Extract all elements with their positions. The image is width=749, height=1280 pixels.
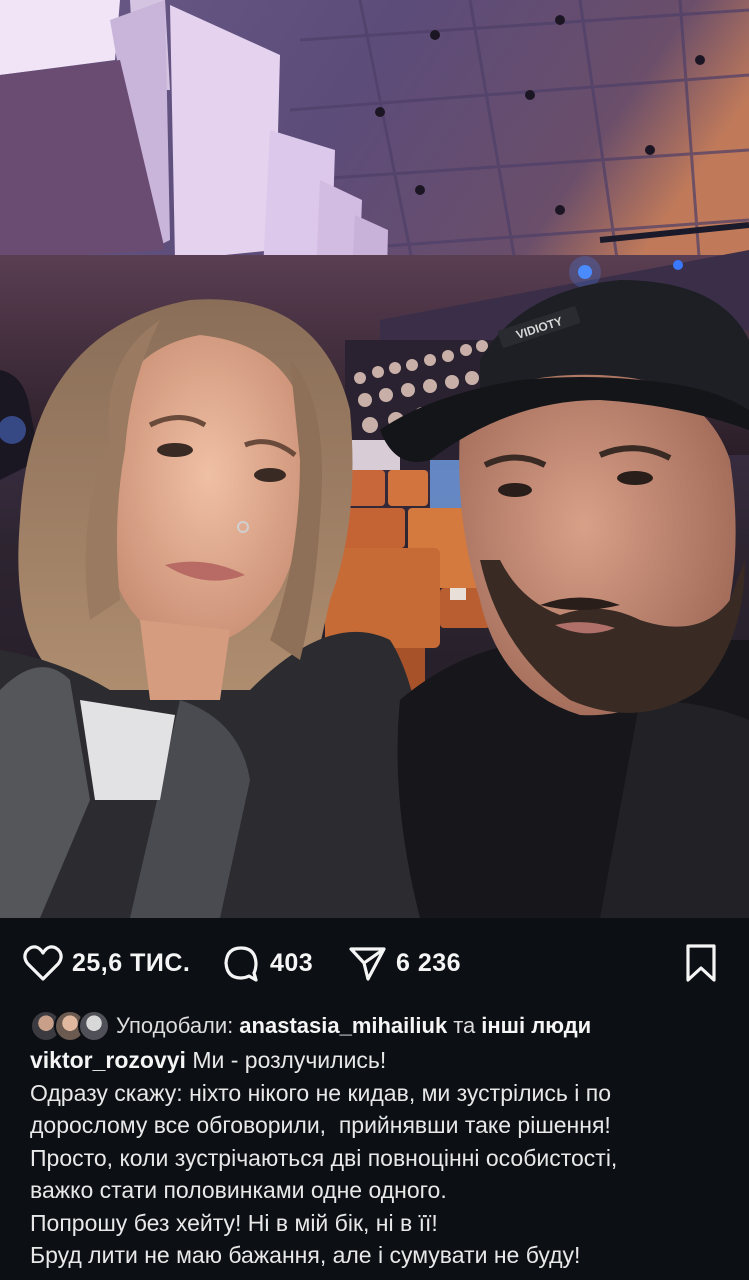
avatar bbox=[78, 1010, 110, 1042]
photo-scene: VIDIOTY bbox=[0, 0, 749, 918]
caption-text: Ми - розлучились! bbox=[192, 1047, 387, 1073]
comment-bubble-icon bbox=[220, 942, 262, 984]
liker-avatars bbox=[30, 1010, 112, 1042]
shares-count: 6 236 bbox=[396, 948, 462, 977]
liked-by-prefix: Уподобали: bbox=[116, 1013, 234, 1038]
likes-count: 25,6 ТИС. bbox=[72, 948, 191, 977]
comments-count: 403 bbox=[270, 948, 314, 977]
share-button[interactable]: 6 236 bbox=[346, 946, 462, 981]
caption-line: дорослому все обговорили, прийнявши таке… bbox=[30, 1112, 611, 1138]
liked-by-conjunction: та bbox=[453, 1013, 476, 1038]
liked-by-others-link[interactable]: інші люди bbox=[481, 1013, 591, 1039]
post-caption: viktor_rozovyi Ми - розлучились! Одразу … bbox=[30, 1044, 730, 1272]
like-button[interactable]: 25,6 ТИС. bbox=[22, 945, 191, 981]
caption-line: Одразу скажу: ніхто нікого не кидав, ми … bbox=[30, 1079, 611, 1106]
save-button[interactable] bbox=[680, 944, 722, 982]
caption-line: Попрошу без хейту! Ні в мій бік, ні в її… bbox=[30, 1209, 438, 1236]
heart-icon bbox=[22, 942, 64, 984]
caption-line: Бруд лити не маю бажання, але і сумувати… bbox=[30, 1242, 581, 1268]
caption-author-link[interactable]: viktor_rozovyi bbox=[30, 1047, 186, 1073]
post-photo[interactable]: VIDIOTY bbox=[0, 0, 749, 918]
comment-button[interactable]: 403 bbox=[220, 946, 314, 982]
paper-plane-icon bbox=[346, 942, 388, 984]
liked-by-row[interactable]: Уподобали: anastasia_mihailiuk та інші л… bbox=[30, 1008, 591, 1044]
caption-line: Просто, коли зустрічаються дві повноцінн… bbox=[30, 1144, 618, 1171]
bookmark-icon bbox=[680, 942, 722, 984]
caption-line: viktor_rozovyi Ми - розлучились! bbox=[30, 1044, 730, 1077]
liked-by-user-link[interactable]: anastasia_mihailiuk bbox=[239, 1013, 447, 1039]
caption-line: важко стати половинками одне одного. bbox=[30, 1177, 447, 1203]
